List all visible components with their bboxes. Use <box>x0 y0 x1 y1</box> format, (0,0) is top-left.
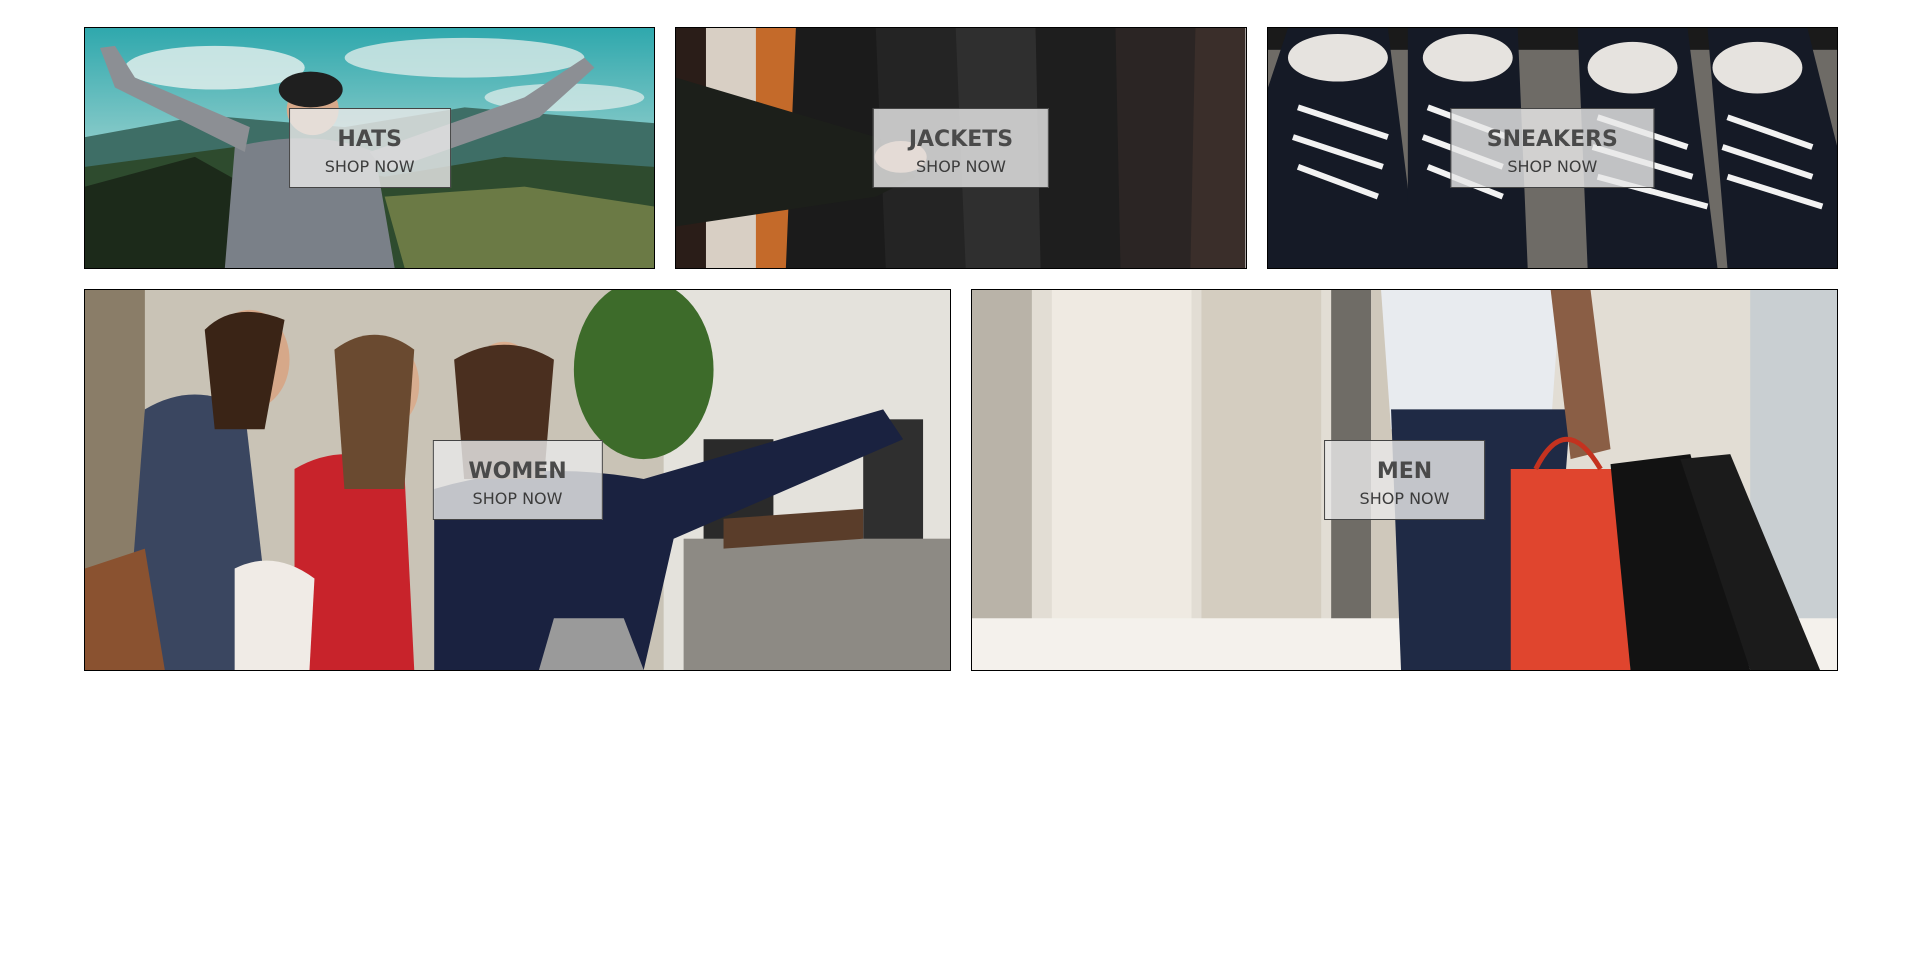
directory-row-top: HATS SHOP NOW JACKETS SHOP NOW SNEAKERS … <box>84 27 1838 269</box>
category-men-tile[interactable]: MEN SHOP NOW <box>971 289 1838 671</box>
jackets-title: JACKETS <box>908 127 1014 152</box>
jackets-label-box[interactable]: JACKETS SHOP NOW <box>872 108 1050 188</box>
sneakers-shop-now-link[interactable]: SHOP NOW <box>1487 157 1618 177</box>
hats-label-box[interactable]: HATS SHOP NOW <box>288 108 451 188</box>
category-hats-tile[interactable]: HATS SHOP NOW <box>84 27 656 269</box>
hats-shop-now-link[interactable]: SHOP NOW <box>325 157 415 177</box>
hats-title: HATS <box>337 127 402 152</box>
women-label-box[interactable]: WOMEN SHOP NOW <box>432 440 603 520</box>
sneakers-title: SNEAKERS <box>1486 127 1618 152</box>
women-title: WOMEN <box>468 459 567 484</box>
men-title: MEN <box>1376 459 1433 484</box>
jackets-shop-now-link[interactable]: SHOP NOW <box>909 157 1013 177</box>
category-jackets-tile[interactable]: JACKETS SHOP NOW <box>675 27 1247 269</box>
directory-row-bottom: WOMEN SHOP NOW MEN SHOP NOW <box>84 289 1838 671</box>
category-women-tile[interactable]: WOMEN SHOP NOW <box>84 289 951 671</box>
women-shop-now-link[interactable]: SHOP NOW <box>468 489 566 509</box>
sneakers-label-box[interactable]: SNEAKERS SHOP NOW <box>1450 108 1654 188</box>
men-label-box[interactable]: MEN SHOP NOW <box>1323 440 1486 520</box>
men-shop-now-link[interactable]: SHOP NOW <box>1360 489 1450 509</box>
category-sneakers-tile[interactable]: SNEAKERS SHOP NOW <box>1266 27 1838 269</box>
directory-menu: HATS SHOP NOW JACKETS SHOP NOW SNEAKERS … <box>84 27 1838 671</box>
